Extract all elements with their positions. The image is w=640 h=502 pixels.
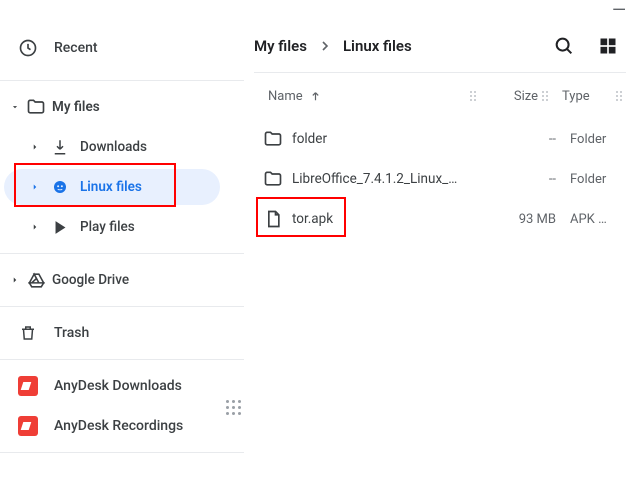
table-row[interactable]: folder -- Folder bbox=[254, 119, 626, 159]
sidebar-item-google-drive[interactable]: Google Drive bbox=[0, 260, 244, 300]
sidebar-item-anydesk-recordings[interactable]: AnyDesk Recordings bbox=[0, 406, 244, 446]
sidebar-item-play-files[interactable]: Play files bbox=[0, 207, 244, 247]
file-size: -- bbox=[484, 132, 556, 147]
breadcrumb-current: Linux files bbox=[343, 37, 412, 55]
file-icon bbox=[254, 209, 292, 229]
column-label: Type bbox=[562, 89, 590, 104]
drag-handle-icon[interactable] bbox=[226, 400, 244, 418]
divider bbox=[0, 306, 244, 307]
column-name[interactable]: Name bbox=[254, 89, 466, 104]
sidebar-item-anydesk-downloads[interactable]: AnyDesk Downloads bbox=[0, 366, 244, 406]
divider bbox=[0, 253, 244, 254]
file-name: folder bbox=[292, 131, 484, 147]
chevron-right-icon bbox=[10, 275, 20, 285]
table-row[interactable]: tor.apk 93 MB APK … bbox=[254, 199, 626, 239]
folder-icon bbox=[26, 97, 46, 117]
file-type: APK … bbox=[556, 212, 626, 227]
folder-icon bbox=[254, 129, 292, 149]
sidebar-item-label: Recent bbox=[54, 40, 98, 56]
column-size[interactable]: Size bbox=[480, 89, 538, 104]
sidebar-item-label: My files bbox=[52, 99, 100, 115]
file-name: LibreOffice_7.4.1.2_Linux_… bbox=[292, 171, 484, 187]
trash-icon bbox=[18, 324, 38, 342]
chevron-right-icon bbox=[30, 142, 40, 152]
sort-asc-icon bbox=[309, 90, 322, 103]
folder-icon bbox=[254, 169, 292, 189]
file-size: -- bbox=[484, 172, 556, 187]
divider bbox=[0, 80, 244, 81]
file-type: Folder bbox=[556, 132, 626, 147]
sidebar-item-trash[interactable]: Trash bbox=[0, 313, 244, 353]
column-headers: Name Size Type bbox=[254, 73, 626, 119]
breadcrumb: My files Linux files bbox=[254, 37, 412, 55]
sidebar-item-label: Play files bbox=[80, 219, 135, 235]
download-icon bbox=[50, 138, 70, 156]
play-store-icon bbox=[50, 219, 70, 236]
file-type: Folder bbox=[556, 172, 626, 187]
column-resize-handle[interactable] bbox=[612, 91, 626, 101]
table-row[interactable]: LibreOffice_7.4.1.2_Linux_… -- Folder bbox=[254, 159, 626, 199]
file-name: tor.apk bbox=[292, 211, 484, 227]
sidebar-item-label: Linux files bbox=[80, 179, 142, 195]
sidebar-item-label: Downloads bbox=[80, 139, 147, 155]
chevron-right-icon bbox=[317, 38, 333, 54]
column-resize-handle[interactable] bbox=[466, 91, 480, 101]
anydesk-icon bbox=[18, 416, 38, 436]
file-list: folder -- Folder LibreOffice_7.4.1.2_Lin… bbox=[254, 119, 626, 239]
sidebar-item-label: AnyDesk Recordings bbox=[54, 418, 183, 434]
search-button[interactable] bbox=[546, 28, 582, 64]
view-grid-button[interactable] bbox=[590, 28, 626, 64]
file-size: 93 MB bbox=[484, 212, 556, 227]
main-panel: My files Linux files Name bbox=[244, 0, 640, 502]
chevron-down-icon bbox=[10, 101, 20, 113]
sidebar: Recent My files Downloads bbox=[0, 0, 244, 502]
column-label: Name bbox=[268, 89, 303, 104]
column-label: Size bbox=[514, 89, 538, 104]
sidebar-item-downloads[interactable]: Downloads bbox=[0, 127, 244, 167]
chevron-right-icon bbox=[30, 182, 40, 192]
anydesk-icon bbox=[18, 376, 38, 396]
sidebar-item-label: Trash bbox=[54, 325, 89, 341]
column-type[interactable]: Type bbox=[552, 89, 612, 104]
sidebar-item-label: Google Drive bbox=[52, 272, 129, 288]
sidebar-item-recent[interactable]: Recent bbox=[0, 28, 244, 68]
breadcrumb-root[interactable]: My files bbox=[254, 37, 307, 55]
sidebar-item-linux-files[interactable]: Linux files bbox=[0, 167, 244, 207]
sidebar-item-label: AnyDesk Downloads bbox=[54, 378, 182, 394]
chevron-right-icon bbox=[30, 222, 40, 232]
divider bbox=[0, 359, 244, 360]
clock-icon bbox=[18, 38, 38, 58]
search-icon bbox=[553, 35, 575, 57]
grid-icon bbox=[598, 36, 618, 56]
column-resize-handle[interactable] bbox=[538, 91, 552, 101]
google-drive-icon bbox=[26, 271, 46, 290]
window-minimize[interactable]: — bbox=[612, 6, 626, 16]
sidebar-item-myfiles[interactable]: My files bbox=[0, 87, 244, 127]
divider bbox=[0, 452, 244, 453]
linux-icon bbox=[50, 178, 70, 196]
